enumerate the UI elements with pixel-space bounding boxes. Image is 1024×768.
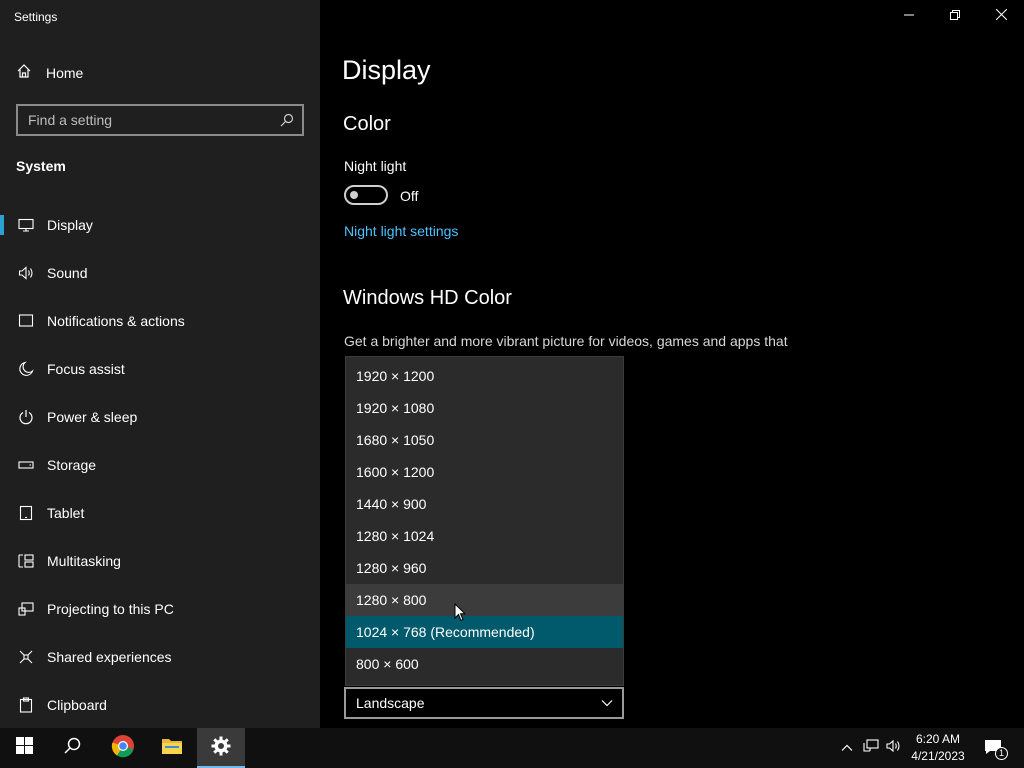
search-button[interactable] xyxy=(48,728,96,768)
sidebar-item-label: Multitasking xyxy=(47,553,121,569)
search-box xyxy=(16,104,304,136)
sidebar-item-label: Tablet xyxy=(47,505,85,521)
sidebar-item-label: Shared experiences xyxy=(47,649,172,665)
sidebar-item-label: Display xyxy=(47,217,93,233)
sidebar-item-multitasking[interactable]: Multitasking xyxy=(0,537,320,585)
network-button[interactable] xyxy=(860,728,882,768)
sidebar-item-power-sleep[interactable]: Power & sleep xyxy=(0,393,320,441)
restore-icon xyxy=(950,7,960,25)
chevron-up-icon xyxy=(841,739,853,757)
windows-logo-icon xyxy=(15,737,33,759)
color-heading: Color xyxy=(343,113,391,135)
toggle-knob xyxy=(350,191,358,199)
sidebar-item-projecting[interactable]: Projecting to this PC xyxy=(0,585,320,633)
search-icon xyxy=(63,737,81,759)
folder-icon xyxy=(161,737,183,760)
night-light-state: Off xyxy=(400,188,419,204)
notification-center-icon: 1 xyxy=(984,739,1008,760)
clock-time: 6:20 AM xyxy=(915,732,961,746)
search-icon[interactable] xyxy=(272,106,302,134)
resolution-option-selected[interactable]: 1024 × 768 (Recommended) xyxy=(346,616,623,648)
chrome-button[interactable] xyxy=(99,728,147,768)
sidebar-item-label: Projecting to this PC xyxy=(47,601,174,617)
mouse-cursor-icon xyxy=(454,602,467,627)
taskbar: 6:20 AM 4/21/2023 1 xyxy=(0,728,1024,768)
sidebar-item-label: Clipboard xyxy=(47,697,107,713)
resolution-option[interactable]: 800 × 600 xyxy=(346,648,623,680)
sidebar-item-sound[interactable]: Sound xyxy=(0,249,320,297)
restore-button[interactable] xyxy=(932,0,978,32)
projecting-icon xyxy=(16,599,36,619)
notification-icon xyxy=(16,311,36,331)
power-icon xyxy=(16,407,36,427)
resolution-option[interactable]: 1920 × 1200 xyxy=(346,360,623,392)
minimize-button[interactable] xyxy=(886,0,932,32)
sidebar-item-clipboard[interactable]: Clipboard xyxy=(0,681,320,729)
home-label: Home xyxy=(46,65,84,81)
night-light-label: Night light xyxy=(344,158,407,174)
chevron-down-icon xyxy=(592,699,622,707)
resolution-option[interactable]: 1280 × 1024 xyxy=(346,520,623,552)
storage-icon xyxy=(16,455,36,475)
clock-date: 4/21/2023 xyxy=(911,749,965,763)
sidebar-nav: Display Sound Notifications & actions Fo… xyxy=(0,201,320,729)
resolution-option-hovered[interactable]: 1280 × 800 xyxy=(346,584,623,616)
home-icon xyxy=(16,63,32,84)
resolution-dropdown: 1920 × 1200 1920 × 1080 1680 × 1050 1600… xyxy=(345,356,624,686)
settings-taskbar-button[interactable] xyxy=(197,728,245,768)
section-label: System xyxy=(16,158,66,174)
network-icon xyxy=(863,738,879,758)
search-input[interactable] xyxy=(18,112,272,128)
sidebar-item-focus-assist[interactable]: Focus assist xyxy=(0,345,320,393)
resolution-option[interactable]: 1600 × 1200 xyxy=(346,456,623,488)
speaker-icon xyxy=(16,263,36,283)
hd-color-heading: Windows HD Color xyxy=(343,287,512,309)
sidebar-item-storage[interactable]: Storage xyxy=(0,441,320,489)
volume-button[interactable] xyxy=(883,728,905,768)
minimize-icon xyxy=(904,7,914,25)
tablet-icon xyxy=(16,503,36,523)
speaker-icon xyxy=(886,739,902,758)
notification-count-badge: 1 xyxy=(995,747,1008,760)
night-light-toggle[interactable] xyxy=(344,185,388,205)
multitasking-icon xyxy=(16,551,36,571)
sidebar-item-notifications[interactable]: Notifications & actions xyxy=(0,297,320,345)
sidebar-item-label: Storage xyxy=(47,457,97,473)
shared-icon xyxy=(16,647,36,667)
resolution-option[interactable]: 1280 × 960 xyxy=(346,552,623,584)
chrome-icon xyxy=(111,734,135,763)
resolution-option[interactable]: 1440 × 900 xyxy=(346,488,623,520)
window-title: Settings xyxy=(14,10,58,24)
file-explorer-button[interactable] xyxy=(148,728,196,768)
resolution-option[interactable]: 1920 × 1080 xyxy=(346,392,623,424)
moon-icon xyxy=(16,359,36,379)
active-indicator xyxy=(0,215,4,235)
orientation-value: Landscape xyxy=(356,695,425,711)
show-hidden-icons-button[interactable] xyxy=(838,728,856,768)
page-title: Display xyxy=(342,55,431,85)
clock[interactable]: 6:20 AM 4/21/2023 xyxy=(905,731,971,765)
close-icon xyxy=(995,7,1007,25)
sidebar-item-label: Sound xyxy=(47,265,88,281)
close-button[interactable] xyxy=(978,0,1024,32)
sidebar-item-shared-experiences[interactable]: Shared experiences xyxy=(0,633,320,681)
resolution-option[interactable]: 1680 × 1050 xyxy=(346,424,623,456)
hd-color-description: Get a brighter and more vibrant picture … xyxy=(344,333,788,349)
clipboard-icon xyxy=(16,695,36,715)
orientation-select[interactable]: Landscape xyxy=(344,687,624,719)
sidebar-item-label: Power & sleep xyxy=(47,409,138,425)
sidebar-item-label: Notifications & actions xyxy=(47,313,185,329)
sidebar-item-label: Focus assist xyxy=(47,361,125,377)
action-center-button[interactable]: 1 xyxy=(978,728,1010,768)
sidebar: Settings Home System Display Sound xyxy=(0,0,320,728)
monitor-icon xyxy=(16,215,36,235)
gear-icon xyxy=(211,736,231,761)
start-button[interactable] xyxy=(0,728,48,768)
night-light-settings-link[interactable]: Night light settings xyxy=(344,223,458,239)
sidebar-item-tablet[interactable]: Tablet xyxy=(0,489,320,537)
sidebar-item-display[interactable]: Display xyxy=(0,201,320,249)
sidebar-home[interactable]: Home xyxy=(16,63,83,83)
